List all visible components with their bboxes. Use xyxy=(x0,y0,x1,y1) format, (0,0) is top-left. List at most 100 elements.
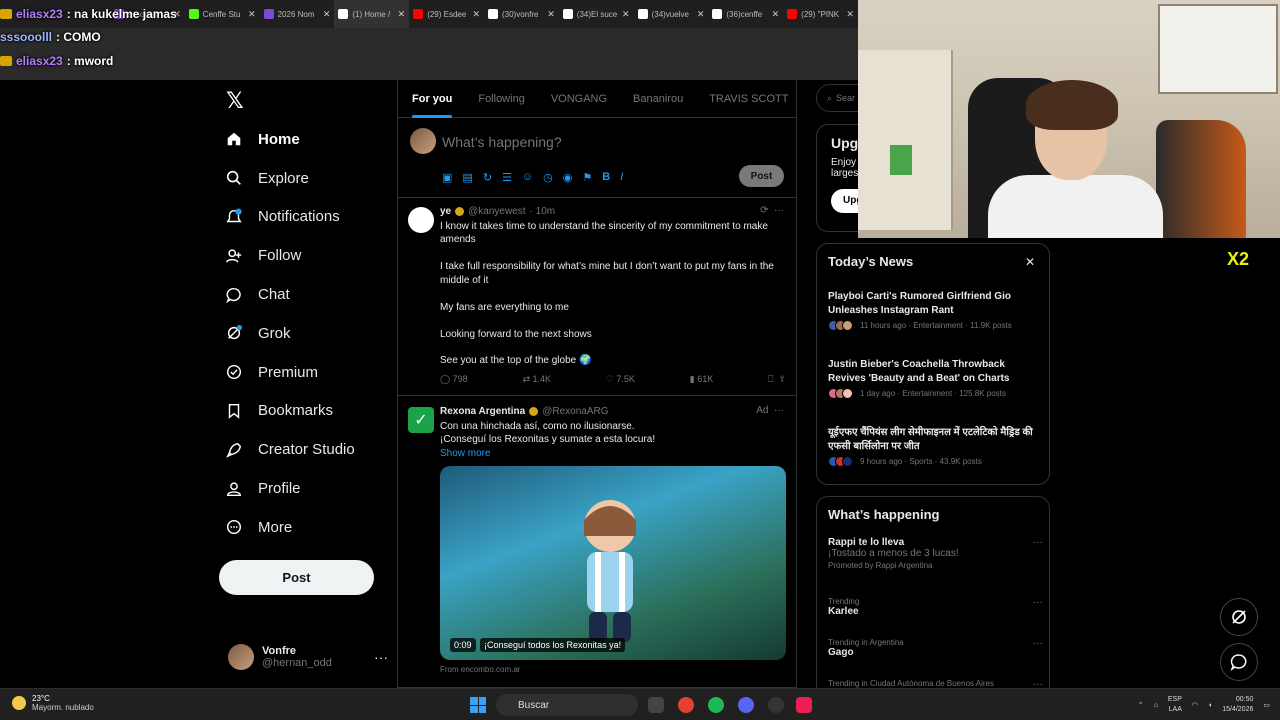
tweet-more-icon[interactable]: ⟳ ··· xyxy=(760,205,784,216)
tab-close-icon[interactable]: ✕ xyxy=(697,9,705,20)
author-name[interactable]: ye xyxy=(440,206,451,217)
nav-item-profile[interactable]: Profile xyxy=(224,469,355,508)
tab-following[interactable]: Following xyxy=(478,93,524,105)
poll-icon[interactable]: ☰ xyxy=(502,171,512,184)
file-explorer-icon[interactable] xyxy=(648,697,664,713)
trend-more-icon[interactable]: ··· xyxy=(1033,679,1043,688)
tab-for-you[interactable]: For you xyxy=(412,93,453,118)
trend-item[interactable]: Trending in Ciudad Autónoma de Buenos Ai… xyxy=(828,679,1043,688)
post-button[interactable]: Post xyxy=(219,560,374,595)
browser-tab[interactable]: (34)vuelve ✕ xyxy=(634,0,709,28)
tab-close-icon[interactable]: ✕ xyxy=(472,9,480,20)
tab-close-icon[interactable]: ✕ xyxy=(323,9,331,20)
chevron-up-icon[interactable]: ⌃ xyxy=(1138,701,1144,709)
schedule-icon[interactable]: ◷ xyxy=(543,171,553,184)
trend-more-icon[interactable]: ··· xyxy=(1033,537,1043,548)
repost-button[interactable]: ⇄ 1.4K xyxy=(522,374,551,385)
chrome-icon[interactable] xyxy=(678,697,694,713)
video-player[interactable]: 0:09 ¡Conseguí todos los Rexonitas ya! xyxy=(440,466,786,660)
nav-item-notifications[interactable]: Notifications xyxy=(224,198,355,237)
ad-source[interactable]: From encombo.com.ar xyxy=(440,665,520,674)
bookmark-share-icons[interactable]: ⎕ ⇪ xyxy=(768,374,786,385)
composer-post-button[interactable]: Post xyxy=(739,165,784,187)
italic-icon[interactable]: I xyxy=(620,171,623,184)
browser-tab[interactable]: Cenffe Stu ✕ xyxy=(185,0,260,28)
tab-vongang[interactable]: VONGANG xyxy=(551,93,607,105)
author-handle[interactable]: @kanyewest xyxy=(468,206,525,217)
tab-close-icon[interactable]: ✕ xyxy=(846,9,854,20)
taskbar-search[interactable]: Buscar xyxy=(496,694,638,716)
tweet-time[interactable]: · 10m xyxy=(530,206,556,217)
nav-item-explore[interactable]: Explore xyxy=(224,159,355,198)
show-more-link[interactable]: Show more xyxy=(440,447,786,460)
brand-logo[interactable]: ✓ xyxy=(408,407,434,433)
tweet[interactable]: ye @kanyewest · 10m ⟳ ··· I know it take… xyxy=(398,198,796,396)
notifications-icon[interactable]: ▭ xyxy=(1263,701,1270,709)
volume-icon[interactable]: ◖ xyxy=(1208,702,1212,709)
trend-item[interactable]: Trending Karlee ··· xyxy=(828,597,1043,617)
reply-button[interactable]: ◯ 798 xyxy=(440,374,468,385)
trend-item[interactable]: Trending in Argentina Gago ··· xyxy=(828,638,1043,658)
clock[interactable]: 00:50 15/4/2026 xyxy=(1222,695,1253,715)
grok-fab[interactable] xyxy=(1220,598,1258,636)
nav-item-grok[interactable]: Grok xyxy=(224,314,355,353)
nav-item-follow[interactable]: Follow xyxy=(224,236,355,275)
browser-tab[interactable]: (36)cenffe ✕ xyxy=(708,0,783,28)
trend-more-icon[interactable]: ··· xyxy=(1033,597,1043,608)
flag-icon[interactable]: ⚑ xyxy=(582,171,592,184)
obs-icon[interactable] xyxy=(768,697,784,713)
spotify-icon[interactable] xyxy=(708,697,724,713)
grok-compose-icon[interactable]: ↻ xyxy=(483,171,492,184)
account-more-icon[interactable]: ··· xyxy=(374,649,388,665)
like-button[interactable]: ♡ 7.5K xyxy=(606,374,635,385)
tab-travis-scott[interactable]: TRAVIS SCOTT xyxy=(709,93,788,105)
browser-tab[interactable]: (29) "PINK ✕ xyxy=(783,0,858,28)
bold-icon[interactable]: B xyxy=(602,171,610,184)
nav-item-chat[interactable]: Chat xyxy=(224,275,355,314)
browser-tab[interactable]: (1) Home / ✕ xyxy=(334,0,410,28)
news-item[interactable]: Playboi Carti's Rumored Girlfriend Gio U… xyxy=(828,290,1043,331)
composer-input[interactable]: What’s happening? xyxy=(442,134,562,150)
browser-tab[interactable]: (29) Esdee ✕ xyxy=(409,0,484,28)
network-icon[interactable]: ⌂ xyxy=(1154,702,1158,709)
tab-close-icon[interactable]: ✕ xyxy=(248,9,256,20)
avatar[interactable] xyxy=(408,207,434,233)
tab-bananirou[interactable]: Bananirou xyxy=(633,93,683,105)
upsell-button[interactable]: Upg xyxy=(831,189,858,213)
tab-close-icon[interactable]: ✕ xyxy=(398,9,406,20)
account-switcher[interactable]: Vonfre @hernan_odd ··· xyxy=(228,644,388,670)
trend-more-icon[interactable]: ··· xyxy=(1033,638,1043,649)
tab-close-icon[interactable]: ✕ xyxy=(622,9,630,20)
discord-icon[interactable] xyxy=(738,697,754,713)
nav-item-home[interactable]: Home xyxy=(224,120,355,159)
x-logo[interactable]: 𝕏 xyxy=(226,88,244,114)
news-item[interactable]: यूईएफए चैंपियंस लीग सेमीफाइनल में एटलेटि… xyxy=(828,426,1043,467)
start-button[interactable] xyxy=(470,697,486,713)
language-indicator[interactable]: ESP LAA xyxy=(1168,695,1182,715)
author-handle[interactable]: @RexonaARG xyxy=(542,406,608,417)
gif-icon[interactable]: ▤ xyxy=(462,171,472,184)
nav-item-more[interactable]: More xyxy=(224,508,355,547)
nav-item-creator-studio[interactable]: Creator Studio xyxy=(224,430,355,469)
tiktok-icon[interactable] xyxy=(796,697,812,713)
browser-tab[interactable]: 2026 Nom ✕ xyxy=(260,0,335,28)
weather-widget[interactable]: 23°C Mayorm. nublado xyxy=(12,694,94,712)
nav-label: Home xyxy=(258,130,300,148)
close-icon[interactable]: ✕ xyxy=(1025,255,1035,269)
nav-item-bookmarks[interactable]: Bookmarks xyxy=(224,392,355,431)
promoted-tweet[interactable]: ✓ Rexona Argentina @RexonaARG Ad ··· Con… xyxy=(398,398,796,688)
tab-close-icon[interactable]: ✕ xyxy=(772,9,780,20)
tab-close-icon[interactable]: ✕ xyxy=(547,9,555,20)
wifi-icon[interactable]: ◠ xyxy=(1192,701,1198,709)
views-button[interactable]: ▮ 61K xyxy=(690,374,713,385)
browser-tab[interactable]: (30)vonfre ✕ xyxy=(484,0,559,28)
media-icon[interactable]: ▣ xyxy=(442,171,452,184)
messages-fab[interactable] xyxy=(1220,643,1258,681)
location-icon[interactable]: ◉ xyxy=(563,171,573,184)
trend-item[interactable]: Rappi te lo lleva ¡Tostado a menos de 3 l… xyxy=(828,537,1043,570)
browser-tab[interactable]: (34)El suce ✕ xyxy=(559,0,634,28)
nav-item-premium[interactable]: Premium xyxy=(224,353,355,392)
emoji-icon[interactable]: ☺ xyxy=(522,171,533,184)
news-item[interactable]: Justin Bieber's Coachella Throwback Revi… xyxy=(828,358,1043,399)
author-name[interactable]: Rexona Argentina xyxy=(440,406,525,417)
